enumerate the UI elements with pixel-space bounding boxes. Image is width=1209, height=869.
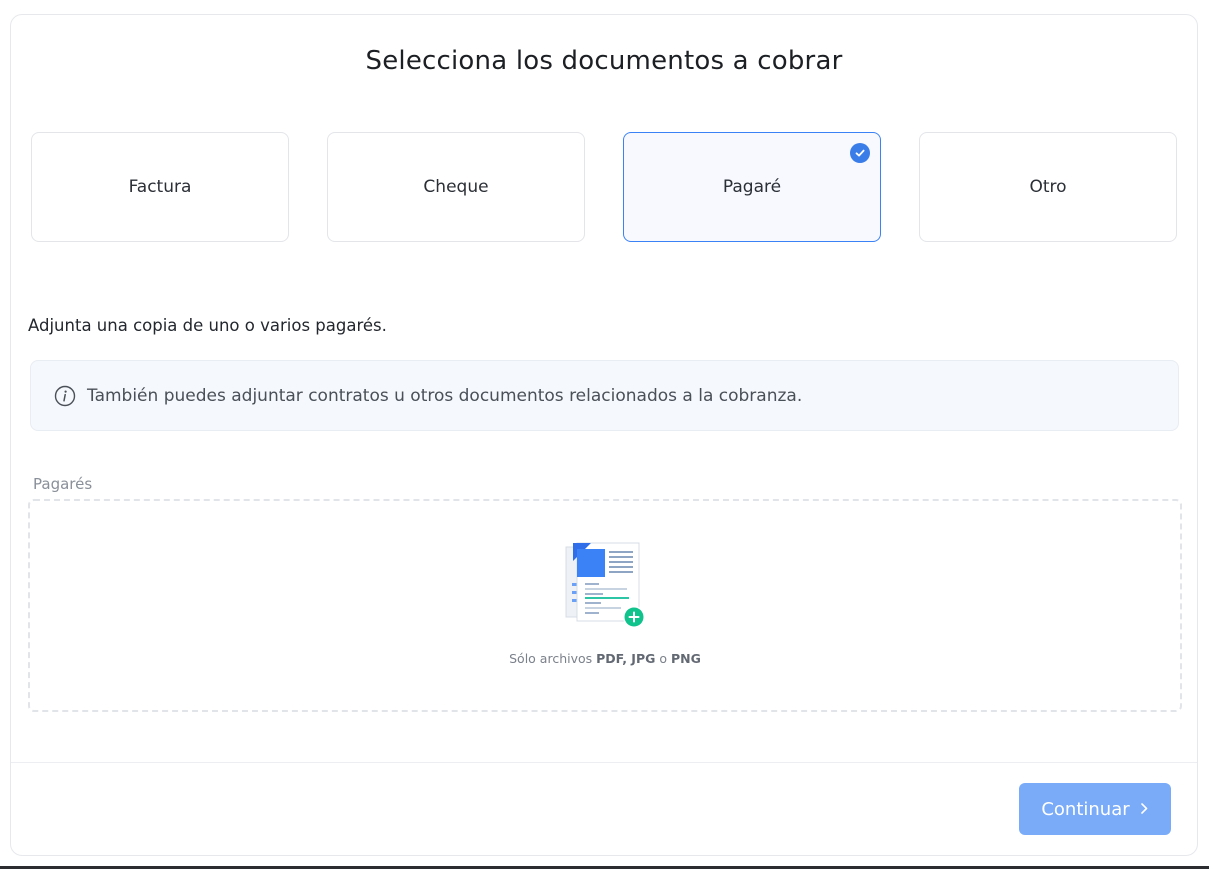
hint-prefix: Sólo archivos [509,651,597,666]
hint-mid: o [655,651,671,666]
info-notice: También puedes adjuntar contratos u otro… [30,360,1179,431]
hint-formats-a: PDF, JPG [596,651,656,666]
documents-upload-icon [565,542,645,628]
continue-label: Continuar [1041,798,1130,820]
accepted-formats-hint: Sólo archivos PDF, JPG o PNG [30,651,1180,666]
continue-button[interactable]: Continuar [1019,783,1171,835]
file-dropzone[interactable]: Sólo archivos PDF, JPG o PNG [28,499,1182,712]
doc-type-label: Pagaré [722,177,782,197]
page-title: Selecciona los documentos a cobrar [365,46,843,76]
doc-type-pagare[interactable]: Pagaré [623,132,881,242]
doc-type-factura[interactable]: Factura [31,132,289,242]
footer-divider [11,762,1197,763]
hint-formats-b: PNG [670,651,701,666]
upload-instruction: Adjunta una copia de uno o varios pagaré… [28,316,387,335]
info-icon [54,385,76,406]
doc-type-label: Otro [1029,177,1067,197]
doc-type-label: Cheque [423,177,489,197]
document-selection-card: Selecciona los documentos a cobrar Factu… [10,14,1198,856]
check-icon [850,143,870,163]
chevron-right-icon [1140,799,1149,820]
info-text: También puedes adjuntar contratos u otro… [87,385,803,406]
doc-type-label: Factura [128,177,192,197]
doc-type-otro[interactable]: Otro [919,132,1177,242]
upload-field-label: Pagarés [33,475,93,493]
doc-type-cheque[interactable]: Cheque [327,132,585,242]
